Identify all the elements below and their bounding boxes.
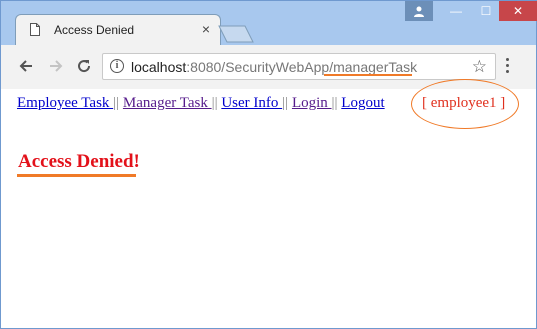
menu-link-employee-task[interactable]: Employee Task: [17, 95, 113, 111]
back-arrow-icon[interactable]: [15, 55, 37, 77]
menu-link-logout[interactable]: Logout: [341, 95, 384, 111]
user-profile-icon[interactable]: [405, 1, 433, 21]
menu-separator: ||: [282, 95, 289, 111]
tab-close-icon[interactable]: ×: [202, 21, 210, 37]
menu-separator: ||: [331, 95, 338, 111]
maximize-button[interactable]: ☐: [471, 1, 501, 21]
url-text: localhost:8080/SecurityWebApp/managerTas…: [131, 59, 417, 75]
new-tab-button[interactable]: [217, 25, 255, 43]
menu-separator: ||: [113, 95, 120, 111]
bookmark-star-icon[interactable]: ☆: [472, 57, 487, 77]
browser-menu-icon[interactable]: [506, 58, 510, 74]
tab-access-denied[interactable]: Access Denied ×: [15, 14, 221, 45]
url-annotation-underline: [324, 74, 412, 76]
menu-link-manager-task[interactable]: Manager Task: [123, 95, 212, 111]
menu-link-user-info[interactable]: User Info: [221, 95, 282, 111]
minimize-button[interactable]: —: [441, 1, 471, 21]
reload-icon[interactable]: [73, 55, 95, 77]
tab-title: Access Denied: [54, 23, 135, 37]
address-bar[interactable]: i localhost:8080/SecurityWebApp/managerT…: [102, 53, 496, 80]
url-path: :8080/SecurityWebApp/managerTask: [186, 59, 418, 75]
forward-arrow-icon[interactable]: [45, 55, 67, 77]
heading-annotation-underline: [17, 174, 136, 177]
user-annotation-ellipse: [411, 79, 519, 129]
access-denied-heading: Access Denied!: [18, 151, 140, 172]
page-icon: [30, 23, 40, 36]
menu-link-login[interactable]: Login: [292, 95, 332, 111]
menu-separator: ||: [211, 95, 218, 111]
browser-window: Access Denied × — ☐ ✕ i localhost:8080/S…: [0, 0, 537, 329]
info-icon[interactable]: i: [110, 59, 124, 73]
nav-menu: Employee Task || Manager Task || User In…: [17, 95, 385, 112]
tab-strip: Access Denied × — ☐ ✕: [1, 1, 537, 45]
close-window-button[interactable]: ✕: [499, 1, 537, 21]
url-host: localhost: [131, 59, 187, 75]
